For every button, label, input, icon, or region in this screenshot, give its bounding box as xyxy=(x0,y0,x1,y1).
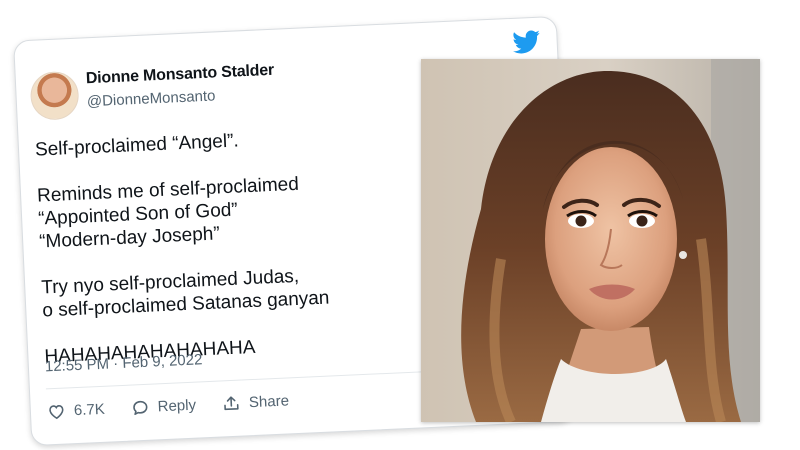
handle[interactable]: @DionneMonsanto xyxy=(87,87,216,110)
reply-label: Reply xyxy=(157,396,197,416)
like-button[interactable]: 6.7K xyxy=(47,400,106,422)
portrait-illustration xyxy=(421,59,760,422)
speech-bubble-icon xyxy=(133,400,148,416)
share-upload-icon xyxy=(224,396,239,411)
portrait-photo xyxy=(421,59,760,422)
twitter-bird-icon[interactable] xyxy=(512,30,541,55)
heart-icon xyxy=(49,405,64,420)
share-label: Share xyxy=(248,392,290,412)
display-name[interactable]: Dionne Monsanto Stalder xyxy=(85,62,274,89)
action-bar: 6.7K Reply Share xyxy=(47,391,290,421)
reply-button[interactable]: Reply xyxy=(130,396,196,418)
share-button[interactable]: Share xyxy=(222,391,290,413)
like-count: 6.7K xyxy=(73,400,106,420)
avatar[interactable] xyxy=(29,70,80,121)
